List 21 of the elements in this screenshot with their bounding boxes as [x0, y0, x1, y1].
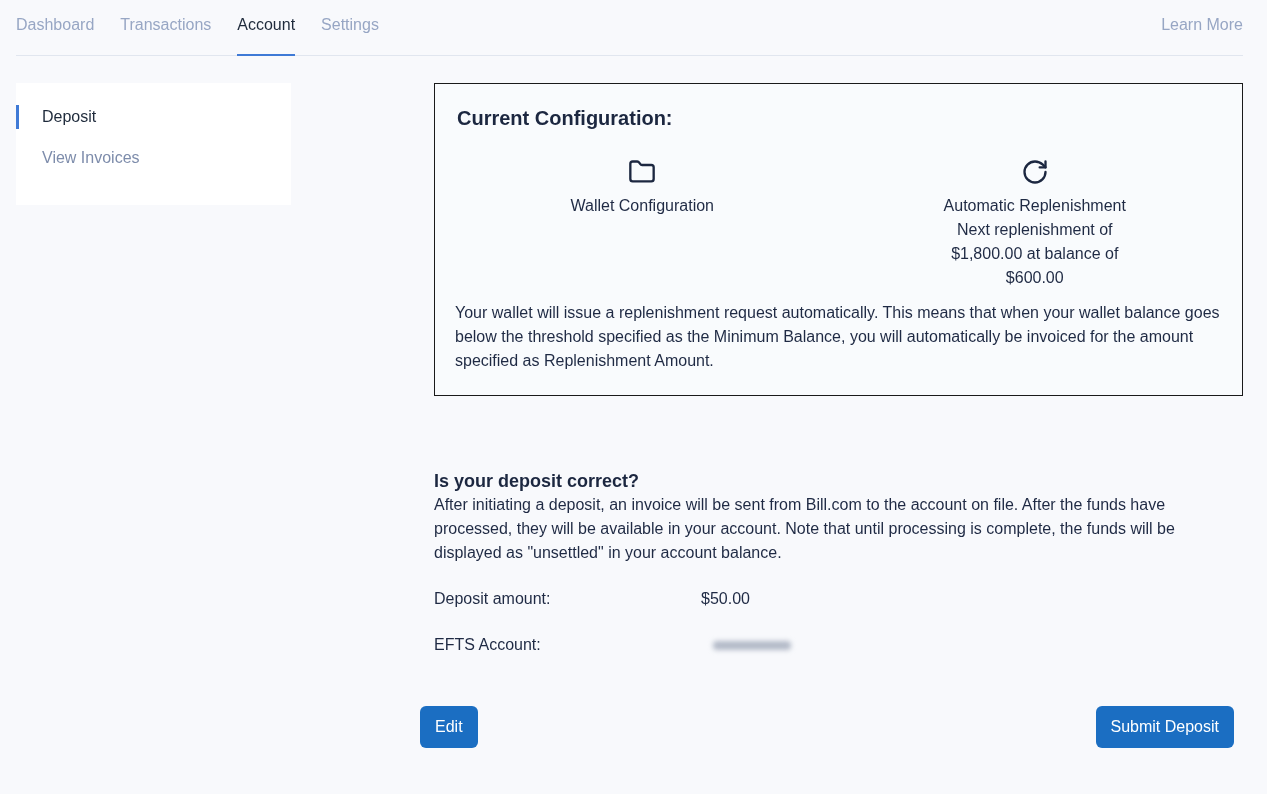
configuration-description: Your wallet will issue a replenishment request automatically. This means that when your wallet balance goes below the threshold specified as the Minimum Balance, you will automatically be invoiced for the amount specified as Replenishment Amount.	[455, 303, 1220, 371]
nav-tab[interactable]: Account	[237, 0, 296, 56]
configuration-title: Current Configuration:	[457, 106, 674, 131]
sidebar-item[interactable]: View Invoices	[16, 146, 291, 170]
deposit-description: After initiating a deposit, an invoice will be sent from Bill.com to the account on file. After the funds have processed, they will be available in your account. Note that until processing is complete, the funds will be displayed as "unsettled" in your account balance.	[434, 495, 1176, 563]
configuration-item-title: Automatic Replenishment	[943, 196, 1126, 216]
field-label: Deposit amount:	[434, 589, 552, 609]
nav-tab[interactable]: Transactions	[120, 0, 212, 56]
edit-button[interactable]: Edit	[420, 706, 478, 748]
folder-icon	[628, 158, 657, 186]
submit-deposit-button[interactable]: Submit Deposit	[1095, 706, 1234, 748]
refresh-icon	[1020, 158, 1049, 186]
deposit-title: Is your deposit correct?	[434, 470, 641, 493]
configuration-item-title: Wallet Configuration	[570, 196, 714, 216]
nav-tab[interactable]: Dashboard	[16, 0, 95, 56]
field-label: EFTS Account:	[434, 635, 542, 655]
sidebar-item[interactable]: Deposit	[16, 105, 291, 129]
learn-more-link[interactable]: Learn More	[1161, 0, 1243, 35]
nav-tab[interactable]: Settings	[321, 0, 379, 56]
configuration-item-detail: Next replenishment of $1,800.00 at balance of $600.00	[950, 220, 1120, 288]
field-value: $50.00	[701, 589, 750, 609]
